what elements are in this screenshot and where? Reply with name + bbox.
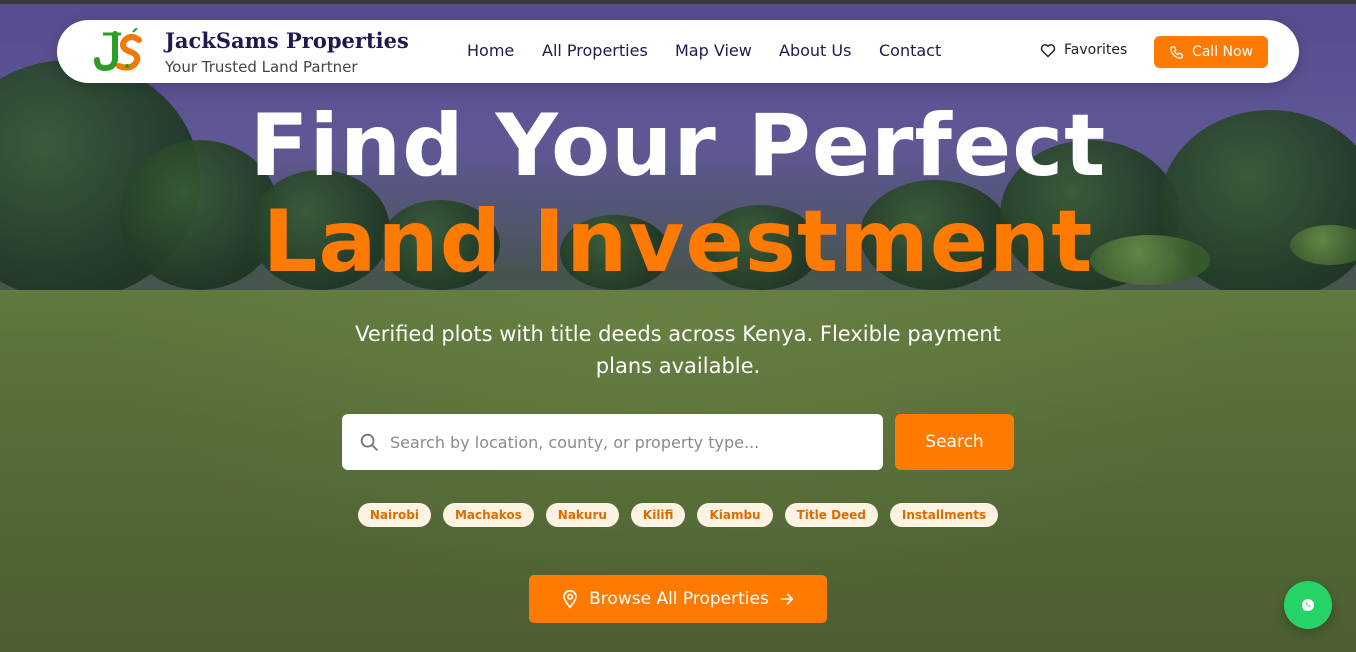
tag-installments[interactable]: Installments [889, 503, 999, 527]
nav-link-contact[interactable]: Contact [879, 41, 941, 60]
hero-headline-line2: Land Investment [262, 192, 1094, 292]
search-icon [360, 433, 378, 451]
search-button[interactable]: Search [895, 414, 1014, 470]
favorites-label: Favorites [1064, 42, 1128, 58]
nav-link-map-view[interactable]: Map View [675, 41, 752, 60]
navbar: JackSams Properties Your Trusted Land Pa… [57, 20, 1299, 83]
search-bar [342, 414, 883, 470]
tag-kiambu[interactable]: Kiambu [697, 503, 773, 527]
quick-filter-tags: Nairobi Machakos Nakuru Kilifi Kiambu Ti… [0, 503, 1356, 527]
tag-machakos[interactable]: Machakos [442, 503, 534, 527]
nav-link-home[interactable]: Home [467, 41, 514, 60]
hero-headline-line1: Find Your Perfect [249, 96, 1107, 196]
phone-icon [1170, 45, 1183, 59]
whatsapp-chat-button[interactable] [1284, 581, 1332, 629]
call-now-label: Call Now [1191, 44, 1254, 60]
brand-tagline: Your Trusted Land Partner [165, 58, 358, 76]
whatsapp-icon [1302, 599, 1314, 611]
tag-kilifi[interactable]: Kilifi [630, 503, 686, 527]
map-pin-icon [563, 589, 577, 609]
browse-all-properties-button[interactable]: Browse All Properties [529, 575, 827, 623]
tag-title-deed[interactable]: Title Deed [784, 503, 878, 527]
nav-link-about-us[interactable]: About Us [779, 41, 851, 60]
tag-nakuru[interactable]: Nakuru [545, 503, 619, 527]
hero-subtitle: Verified plots with title deeds across K… [355, 322, 1001, 378]
logo-icon[interactable] [93, 28, 145, 74]
brand-name[interactable]: JackSams Properties [165, 28, 409, 53]
top-border [0, 0, 1356, 4]
search-input[interactable] [390, 432, 870, 452]
favorites-link[interactable]: Favorites [1040, 42, 1127, 58]
browse-label: Browse All Properties [589, 589, 769, 609]
tag-nairobi[interactable]: Nairobi [357, 503, 431, 527]
arrow-right-icon [780, 593, 793, 605]
heart-icon [1040, 43, 1056, 57]
call-now-button[interactable]: Call Now [1154, 36, 1268, 68]
nav-link-all-properties[interactable]: All Properties [542, 41, 648, 60]
